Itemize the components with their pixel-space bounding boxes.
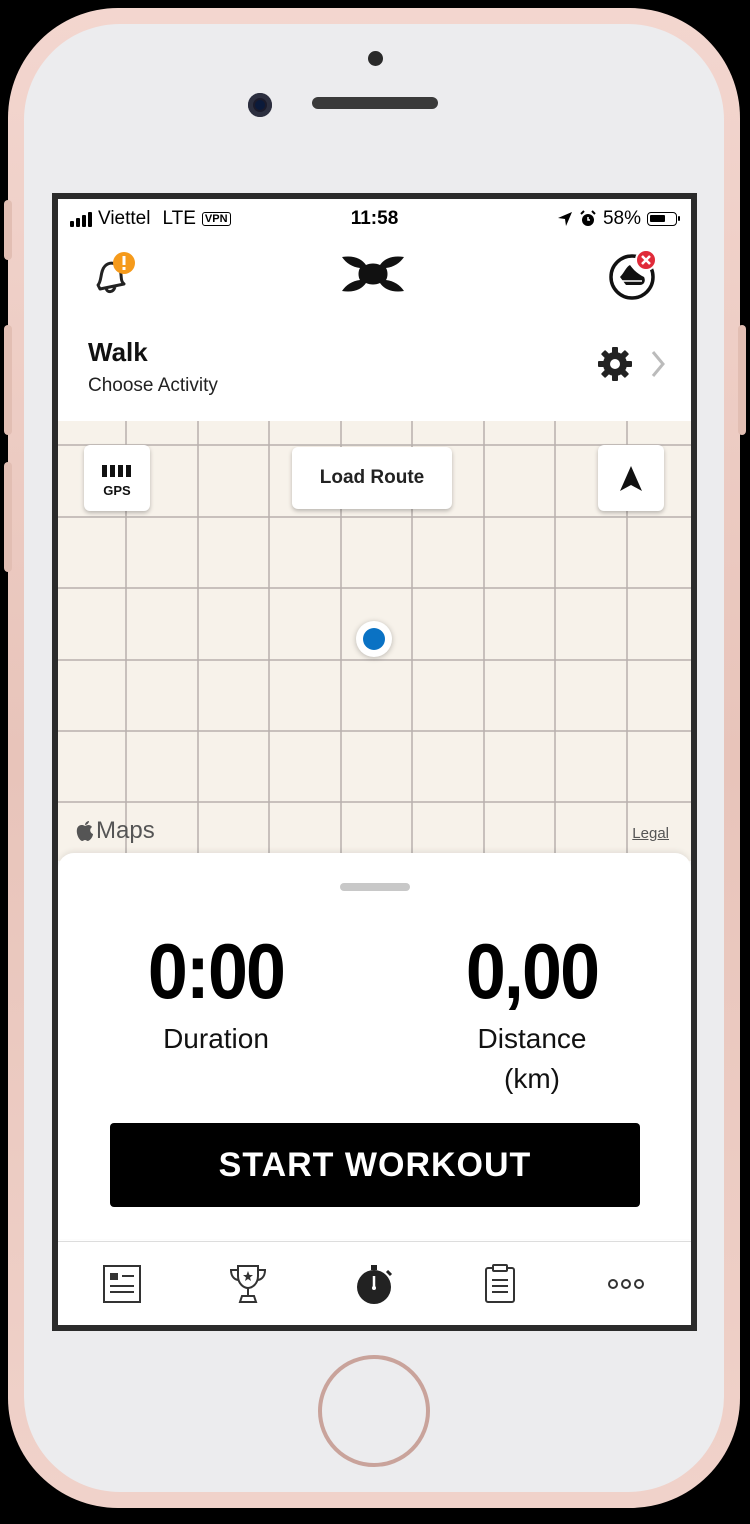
distance-unit: (km): [504, 1063, 560, 1094]
gps-signal-icon: [102, 465, 131, 477]
under-armour-logo: [342, 256, 404, 292]
mute-switch: [4, 200, 12, 260]
chevron-right-icon[interactable]: [650, 349, 666, 379]
feed-icon[interactable]: [100, 1262, 144, 1306]
volume-down-button: [4, 462, 12, 572]
status-bar: Viettel LTE VPN 11:58 58%: [58, 199, 691, 239]
clipboard-icon[interactable]: [478, 1262, 522, 1306]
recenter-button[interactable]: [598, 445, 664, 511]
location-arrow-icon: [557, 212, 572, 226]
activity-title: Walk: [88, 337, 148, 367]
battery-percent: 58%: [602, 208, 641, 229]
gear-icon[interactable]: [596, 345, 634, 383]
sheet-handle[interactable]: [340, 883, 410, 891]
power-button: [738, 325, 746, 435]
proximity-sensor: [368, 51, 383, 66]
gps-signal-button[interactable]: GPS: [84, 445, 150, 511]
more-icon[interactable]: [604, 1262, 648, 1306]
map-view[interactable]: GPS Load Route Maps Legal: [58, 421, 691, 861]
distance-stat: 0,00 Distance (km): [402, 931, 662, 1099]
apple-logo-icon: [76, 821, 93, 841]
earpiece-speaker: [312, 97, 438, 109]
notifications-bell-icon[interactable]: [88, 251, 138, 301]
legal-link[interactable]: Legal: [632, 825, 669, 842]
shoe-connection-icon[interactable]: [606, 247, 662, 303]
maps-label: Maps: [96, 817, 155, 844]
app-header: [58, 239, 691, 309]
trophy-icon[interactable]: [226, 1262, 270, 1306]
navigation-arrow-icon: [620, 466, 642, 491]
start-workout-button[interactable]: START WORKOUT: [110, 1123, 640, 1207]
duration-label: Duration: [163, 1023, 269, 1054]
activity-selector[interactable]: Walk Choose Activity: [58, 309, 691, 421]
tab-bar: [58, 1241, 691, 1325]
workout-sheet: 0:00 Duration 0,00 Distance (km) START W…: [58, 853, 691, 1239]
apple-maps-attribution: Maps: [76, 817, 155, 845]
duration-stat: 0:00 Duration: [86, 931, 346, 1059]
choose-activity-label[interactable]: Choose Activity: [88, 375, 218, 397]
screen: Viettel LTE VPN 11:58 58% Walk Choose Ac…: [52, 193, 697, 1331]
app-screen: Viettel LTE VPN 11:58 58% Walk Choose Ac…: [58, 199, 691, 1325]
battery-icon: [647, 212, 680, 226]
distance-label: Distance: [477, 1023, 587, 1054]
duration-value: 0:00: [147, 927, 286, 1015]
volume-up-button: [4, 325, 12, 435]
distance-value: 0,00: [465, 927, 600, 1015]
stopwatch-icon[interactable]: [352, 1262, 396, 1306]
gps-label: GPS: [103, 483, 131, 498]
alarm-icon: [580, 210, 596, 226]
front-camera: [248, 93, 272, 117]
home-button[interactable]: [318, 1355, 430, 1467]
current-location-dot: [356, 621, 392, 657]
load-route-button[interactable]: Load Route: [292, 447, 452, 509]
